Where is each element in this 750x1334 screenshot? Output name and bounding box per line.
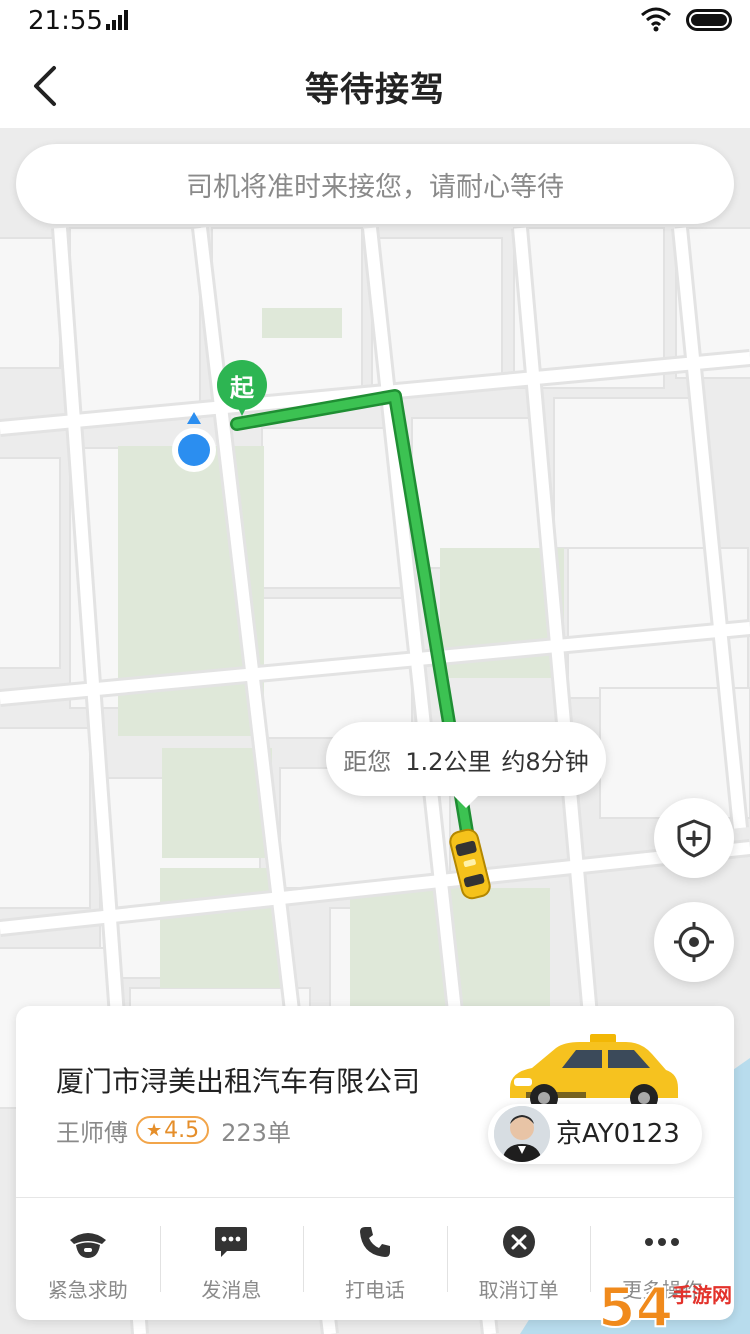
star-icon: ★ xyxy=(146,1119,163,1141)
action-label: 取消订单 xyxy=(478,1278,559,1302)
status-time: 21:55 xyxy=(28,6,103,36)
safety-button[interactable] xyxy=(654,798,734,878)
send-message-button[interactable]: 发消息 xyxy=(159,1198,304,1320)
call-driver-button[interactable]: 打电话 xyxy=(303,1198,447,1320)
taxi-car-icon xyxy=(449,828,491,900)
wifi-icon xyxy=(641,7,671,32)
driver-plate-pill: 京AY0123 xyxy=(488,1104,702,1164)
battery-icon xyxy=(686,9,732,31)
license-plate: 京AY0123 xyxy=(556,1119,680,1149)
page-title: 等待接驾 xyxy=(305,70,445,110)
rating-value: 4.5 xyxy=(164,1117,200,1143)
start-marker: 起 xyxy=(217,360,269,426)
status-bar: 21:55 xyxy=(0,0,750,44)
my-location-icon xyxy=(172,412,216,472)
locate-button[interactable] xyxy=(654,902,734,982)
driver-info: 王师傅 ★ 4.5 223单 xyxy=(56,1114,291,1147)
action-label: 紧急求助 xyxy=(47,1278,128,1302)
svg-text:手游网: 手游网 xyxy=(672,1283,732,1307)
driver-name: 王师傅 xyxy=(56,1118,128,1147)
eta-bubble: 距您 1.2公里 约8分钟 xyxy=(326,722,606,808)
taxi-company-name: 厦门市浔美出租汽车有限公司 xyxy=(56,1065,421,1098)
crosshair-icon xyxy=(674,922,714,962)
cancel-order-button[interactable]: 取消订单 xyxy=(446,1198,591,1320)
cancel-icon xyxy=(499,1222,539,1262)
site-watermark: 54 手游网 xyxy=(598,1275,732,1334)
rating-badge: ★ 4.5 xyxy=(136,1116,210,1144)
signal-icon xyxy=(106,10,130,30)
hint-banner: 司机将准时来接您，请耐心等待 xyxy=(16,144,734,224)
svg-text:54: 54 xyxy=(598,1276,673,1334)
phone-icon xyxy=(355,1222,395,1262)
title-bar: 等待接驾 xyxy=(0,44,750,128)
more-icon xyxy=(642,1222,682,1262)
emergency-help-button[interactable]: 紧急求助 xyxy=(16,1198,160,1320)
driver-avatar xyxy=(494,1106,550,1162)
action-label: 发消息 xyxy=(201,1278,262,1302)
message-icon xyxy=(211,1222,251,1262)
police-icon xyxy=(68,1222,108,1262)
eta-distance: 1.2公里 xyxy=(405,747,492,776)
eta-time: 约8分钟 xyxy=(501,747,589,776)
order-count: 223单 xyxy=(221,1118,291,1147)
shield-icon xyxy=(677,819,711,858)
start-marker-label: 起 xyxy=(217,360,267,410)
action-label: 打电话 xyxy=(344,1278,405,1302)
eta-prefix: 距您 xyxy=(343,747,392,776)
